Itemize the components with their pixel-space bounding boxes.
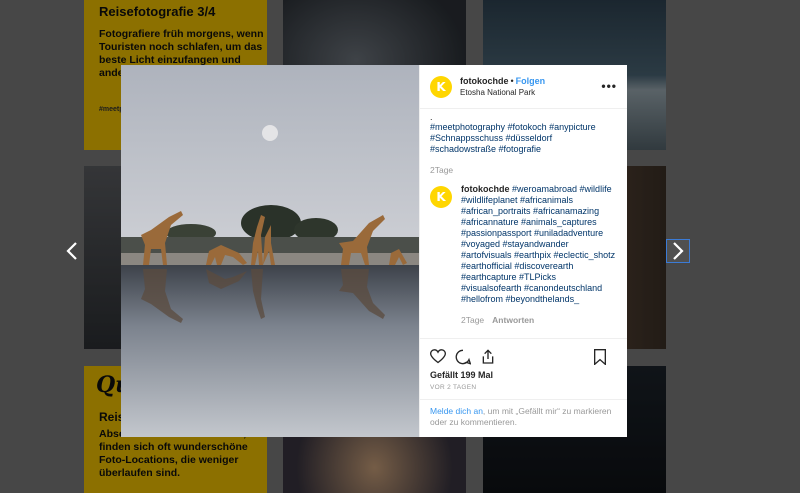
location-link[interactable]: Etosha National Park [460,87,545,99]
post-photo[interactable] [121,65,419,437]
username-link[interactable]: fotokochde [460,76,509,86]
caption-hashtags[interactable]: #meetphotography #fotokoch #anypicture #… [430,122,617,155]
avatar[interactable]: K [430,75,452,98]
chevron-left-icon [66,242,77,260]
share-icon [482,348,494,364]
login-prompt: Melde dich an, um mit „Gefällt mir“ zu m… [420,399,627,437]
comment-username[interactable]: fotokochde [461,184,510,194]
avatar[interactable]: K [430,186,452,208]
save-button[interactable] [592,349,608,365]
like-button[interactable] [430,349,446,365]
comment-button[interactable] [455,349,471,365]
avatar-letter: K [436,190,446,204]
action-bar [420,338,627,374]
post-modal: K fotokochde • Folgen Etosha National Park… [121,65,627,437]
more-options-button[interactable]: ••• [601,79,617,93]
post-date: VOR 2 TAGEN [430,384,477,391]
previous-post-button[interactable] [60,239,84,263]
follow-button[interactable]: Folgen [516,76,546,86]
next-post-button[interactable] [666,239,690,263]
reply-button[interactable]: Antworten [492,315,534,325]
comments-list[interactable]: . #meetphotography #fotokoch #anypicture… [420,109,627,338]
bookmark-icon [594,349,606,365]
heart-icon [430,349,446,364]
chevron-right-icon [673,242,684,260]
giraffe-scene [121,65,419,437]
caption-time: 2Tage [430,165,454,175]
comment-time: 2Tage [461,315,485,325]
post-header: K fotokochde • Folgen Etosha National Park… [420,65,627,109]
caption-dot: . [430,112,433,122]
avatar-letter: K [436,79,446,94]
comment-hashtags[interactable]: #weroamabroad #wildlife #wildlifeplanet … [461,184,615,304]
post-sidebar: K fotokochde • Folgen Etosha National Park… [419,65,627,437]
login-link[interactable]: Melde dich an [430,406,483,416]
separator-dot: • [510,75,514,86]
share-button[interactable] [480,348,496,365]
moon [262,125,278,141]
comment-icon [455,349,471,365]
comment-item: K fotokochde #weroamabroad #wildlife #wi… [430,184,617,326]
